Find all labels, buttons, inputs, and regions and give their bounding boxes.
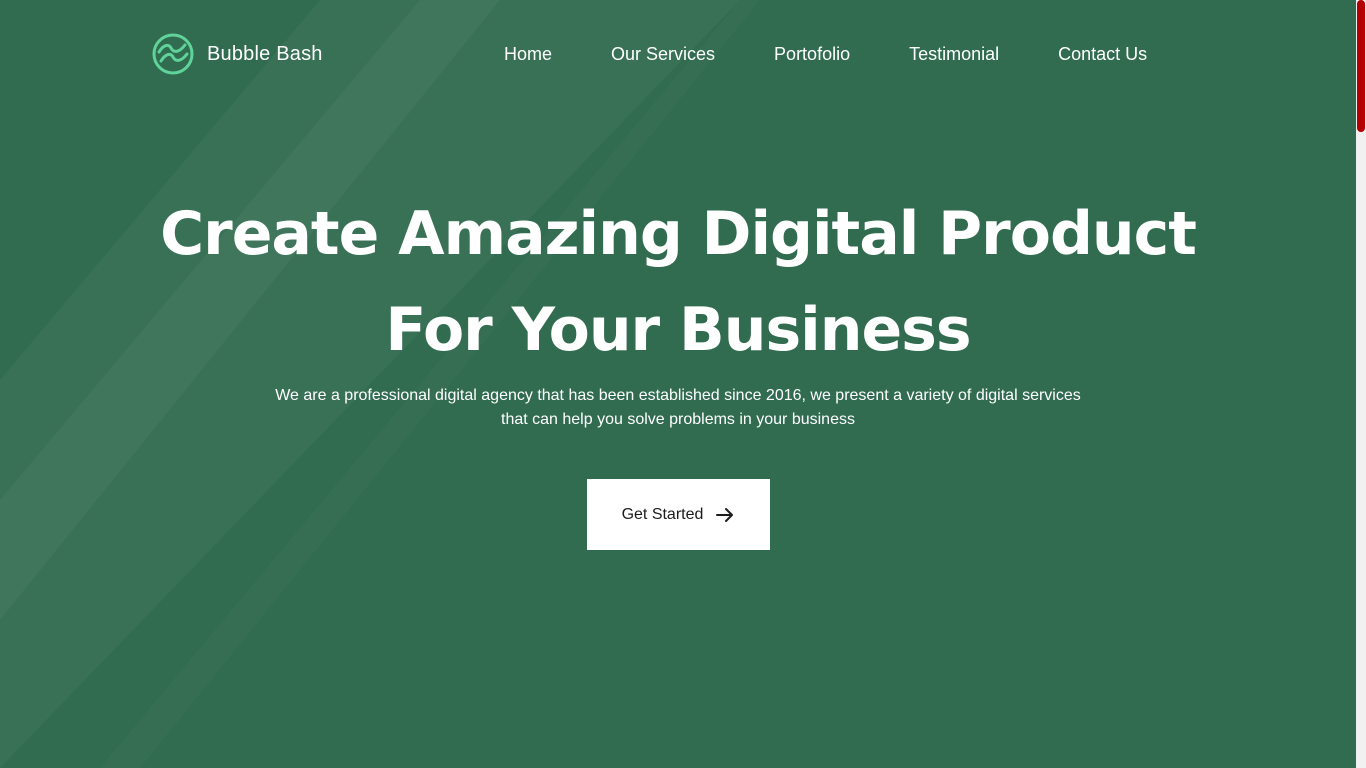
hero-title: Create Amazing Digital Product For Your … (0, 186, 1356, 378)
nav-item-home: Home (504, 42, 552, 66)
main-nav: Home Our Services Portofolio Testimonial… (504, 42, 1147, 66)
hero-description-line-1: We are a professional digital agency tha… (275, 387, 1081, 404)
brand[interactable]: Bubble Bash (152, 33, 323, 75)
nav-link-home[interactable]: Home (504, 42, 552, 66)
get-started-button[interactable]: Get Started (587, 479, 770, 550)
landing-page: Bubble Bash Home Our Services Portofolio… (0, 0, 1356, 768)
page-scrollbar[interactable] (1356, 0, 1366, 768)
top-navbar: Bubble Bash Home Our Services Portofolio… (0, 0, 1356, 110)
wave-circle-icon (152, 33, 194, 75)
nav-link-our-services[interactable]: Our Services (611, 42, 715, 66)
arrow-right-icon (716, 507, 734, 522)
brand-name: Bubble Bash (207, 42, 323, 65)
nav-item-contact-us: Contact Us (1058, 42, 1147, 66)
scrollbar-thumb[interactable] (1357, 0, 1365, 132)
hero-description-line-2: that can help you solve problems in your… (501, 411, 855, 428)
nav-item-our-services: Our Services (611, 42, 715, 66)
hero-title-line-2: For Your Business (385, 295, 971, 365)
hero-description: We are a professional digital agency tha… (0, 384, 1356, 432)
nav-link-contact-us[interactable]: Contact Us (1058, 42, 1147, 66)
nav-link-testimonial[interactable]: Testimonial (909, 42, 999, 66)
nav-item-testimonial: Testimonial (909, 42, 999, 66)
nav-link-portofolio[interactable]: Portofolio (774, 42, 850, 66)
nav-item-portofolio: Portofolio (774, 42, 850, 66)
hero-title-line-1: Create Amazing Digital Product (160, 199, 1197, 269)
get-started-label: Get Started (621, 505, 704, 523)
